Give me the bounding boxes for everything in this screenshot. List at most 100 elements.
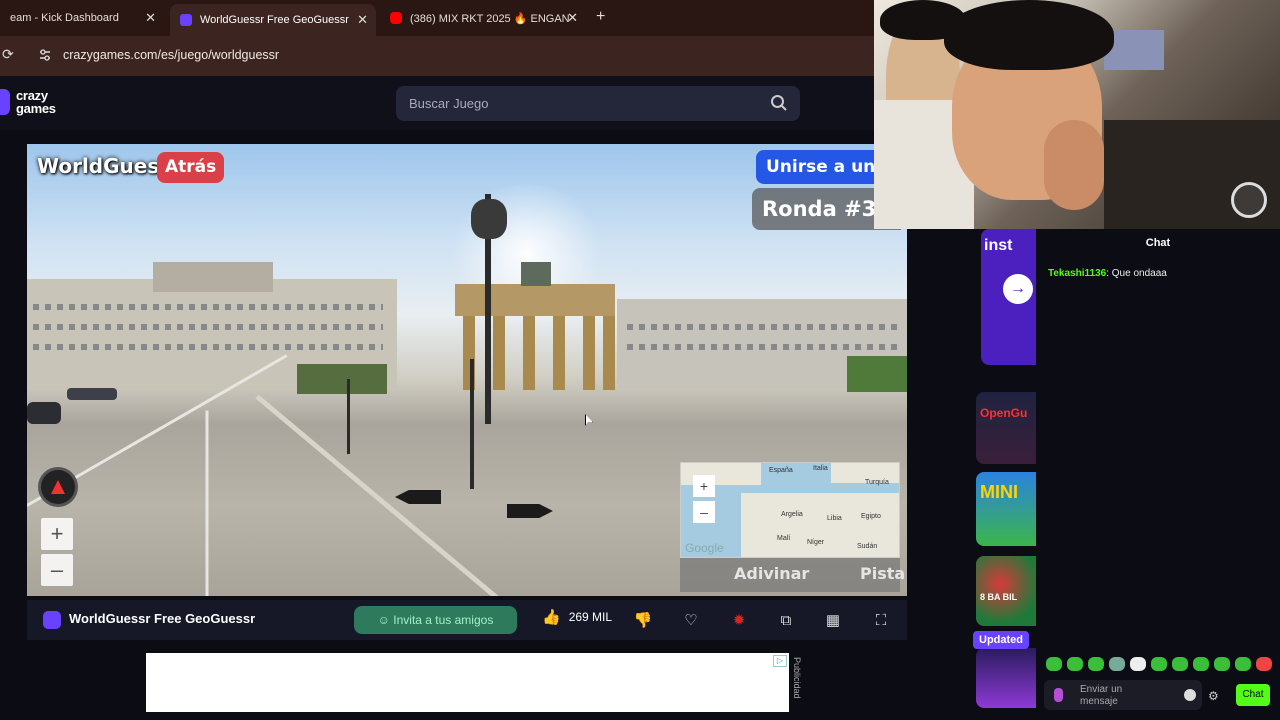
emote-icon[interactable] bbox=[1172, 657, 1188, 671]
microphone-icon[interactable] bbox=[1054, 688, 1063, 702]
emote-icon[interactable] bbox=[1067, 657, 1083, 671]
game-thumb-opengu[interactable]: OpenGu bbox=[976, 392, 1036, 464]
search-icon[interactable] bbox=[770, 94, 788, 112]
chat-header: Chat bbox=[1145, 237, 1171, 249]
zoom-in-button[interactable]: + bbox=[41, 518, 73, 550]
parked-car bbox=[67, 388, 117, 400]
ad-label: Publicidad bbox=[792, 657, 802, 699]
site-settings-icon[interactable] bbox=[38, 48, 52, 62]
map-label: Argelia bbox=[781, 511, 803, 518]
site-header: crazy games Buscar Juego bbox=[0, 76, 874, 130]
map-label: Egipto bbox=[861, 513, 881, 520]
tab-title: eam - Kick Dashboard bbox=[10, 12, 119, 24]
emote-icon[interactable] bbox=[1256, 657, 1272, 671]
gear-icon[interactable]: ⚙ bbox=[1208, 689, 1219, 703]
tab-worldguessr[interactable]: WorldGuessr Free GeoGuessr ✕ bbox=[170, 4, 376, 36]
chat-text: Que ondaaa bbox=[1111, 268, 1167, 279]
ad-choices-icon[interactable]: ▷ bbox=[773, 655, 787, 667]
invite-friends-button[interactable]: ☺ Invita a tus amigos bbox=[354, 606, 517, 634]
gate-attic bbox=[455, 284, 615, 316]
emoji-picker-icon[interactable] bbox=[1184, 689, 1196, 701]
arrow-right-icon[interactable]: → bbox=[1003, 274, 1033, 304]
game-info-bar: WorldGuessr Free GeoGuessr ☺ Invita a tu… bbox=[27, 600, 907, 640]
search-placeholder: Buscar Juego bbox=[409, 96, 489, 111]
emote-icon[interactable] bbox=[1130, 657, 1146, 671]
person-right-hand bbox=[1044, 120, 1104, 210]
promo-banner[interactable]: inst → bbox=[981, 229, 1036, 365]
close-tab-icon[interactable]: ✕ bbox=[145, 10, 156, 26]
thumbs-down-icon[interactable]: 👎 bbox=[633, 610, 653, 630]
chat-username[interactable]: Tekashi1136 bbox=[1048, 268, 1106, 279]
report-icon[interactable]: ✹ bbox=[729, 610, 749, 630]
game-thumb-updated[interactable] bbox=[976, 648, 1036, 708]
game-street-view[interactable]: WorldGuessr Atrás Unirse a un jue Ronda … bbox=[27, 144, 907, 596]
ad-banner[interactable]: ▷ bbox=[146, 653, 789, 712]
google-map-logo: Google bbox=[685, 541, 724, 555]
close-tab-icon[interactable]: ✕ bbox=[567, 10, 578, 26]
chat-message: Tekashi1136: Que ondaaa bbox=[1048, 268, 1167, 279]
zoom-out-button[interactable]: – bbox=[41, 554, 73, 586]
emote-icon[interactable] bbox=[1151, 657, 1167, 671]
invite-label: Invita a tus amigos bbox=[393, 613, 494, 627]
like-count: 269 MIL bbox=[568, 610, 613, 624]
chat-message-input[interactable]: Enviar un mensaje bbox=[1044, 680, 1202, 710]
tab-youtube[interactable]: (386) MIX RKT 2025 🔥 ENGAN ✕ bbox=[380, 4, 586, 32]
tab-title: (386) MIX RKT 2025 🔥 ENGAN bbox=[410, 12, 570, 25]
crazygames-logo[interactable]: crazy games bbox=[0, 89, 56, 115]
crazygames-favicon-icon bbox=[180, 14, 192, 26]
search-input[interactable]: Buscar Juego bbox=[396, 86, 800, 121]
close-tab-icon[interactable]: ✕ bbox=[357, 12, 368, 28]
emote-icon[interactable] bbox=[1193, 657, 1209, 671]
browser-tab-bar: eam - Kick Dashboard ✕ WorldGuessr Free … bbox=[0, 0, 874, 36]
map-label: Libia bbox=[827, 515, 842, 522]
map-label: Turquía bbox=[865, 479, 889, 486]
map-zoom-out-button[interactable]: – bbox=[693, 501, 715, 523]
map-zoom-in-button[interactable]: + bbox=[693, 475, 715, 497]
guess-button[interactable]: Adivinar bbox=[734, 564, 809, 583]
emote-icon[interactable] bbox=[1088, 657, 1104, 671]
thumb-label: 8 BA BIL bbox=[980, 592, 1018, 602]
emote-icon[interactable] bbox=[1109, 657, 1125, 671]
chat-input-placeholder: Enviar un mensaje bbox=[1080, 684, 1123, 707]
move-arrow-right[interactable] bbox=[507, 504, 553, 518]
reload-icon[interactable]: ⟳ bbox=[2, 46, 14, 63]
qr-code-icon[interactable]: ▦ bbox=[823, 610, 843, 630]
map-label: Malí bbox=[777, 535, 791, 542]
tab-kick-dashboard[interactable]: eam - Kick Dashboard ✕ bbox=[0, 4, 164, 32]
logo-mark-icon bbox=[0, 89, 10, 115]
chat-send-button[interactable]: Chat bbox=[1236, 684, 1270, 706]
hint-button[interactable]: Pista bbox=[860, 564, 905, 583]
logo-text-line2: games bbox=[16, 101, 56, 116]
back-button[interactable]: Atrás bbox=[157, 152, 225, 183]
move-arrow-left[interactable] bbox=[395, 490, 441, 504]
new-tab-button[interactable]: + bbox=[596, 8, 605, 26]
webcam-overlay bbox=[874, 0, 1280, 229]
url-field[interactable]: crazygames.com/es/juego/worldguessr bbox=[63, 48, 279, 62]
tab-title: WorldGuessr Free GeoGuessr bbox=[200, 14, 349, 26]
emote-bar bbox=[1046, 657, 1272, 671]
building-left-roof bbox=[153, 262, 273, 292]
map-label: Níger bbox=[807, 539, 825, 546]
heart-icon[interactable]: ♡ bbox=[681, 610, 701, 630]
compass-icon[interactable] bbox=[38, 467, 78, 507]
trees-right bbox=[847, 356, 907, 392]
guess-minimap[interactable]: España Italia Turquía Argelia Libia Egip… bbox=[680, 462, 900, 558]
person-right-hair bbox=[944, 0, 1114, 70]
lamp-head bbox=[471, 199, 507, 239]
game-thumb-mini[interactable]: MINI bbox=[976, 472, 1036, 546]
stream-logo-icon bbox=[1231, 182, 1267, 218]
map-label: Sudán bbox=[857, 543, 878, 550]
youtube-favicon-icon bbox=[390, 12, 402, 24]
game-thumb-8ball[interactable]: 8 BA BIL bbox=[976, 556, 1036, 626]
guess-controls: Adivinar Pista bbox=[680, 558, 905, 592]
chat-panel: Chat Tekashi1136: Que ondaaa Enviar un m… bbox=[1036, 229, 1280, 720]
like-button[interactable]: 👍 269 MIL bbox=[542, 608, 612, 626]
embed-icon[interactable]: ⧉ bbox=[776, 610, 796, 630]
invite-icon: ☺ bbox=[377, 613, 394, 627]
mouse-cursor-icon bbox=[585, 414, 593, 426]
address-bar: ⟳ crazygames.com/es/juego/worldguessr bbox=[0, 36, 874, 76]
emote-icon[interactable] bbox=[1046, 657, 1062, 671]
emote-icon[interactable] bbox=[1214, 657, 1230, 671]
emote-icon[interactable] bbox=[1235, 657, 1251, 671]
fullscreen-icon[interactable]: ⛶ bbox=[871, 610, 891, 630]
